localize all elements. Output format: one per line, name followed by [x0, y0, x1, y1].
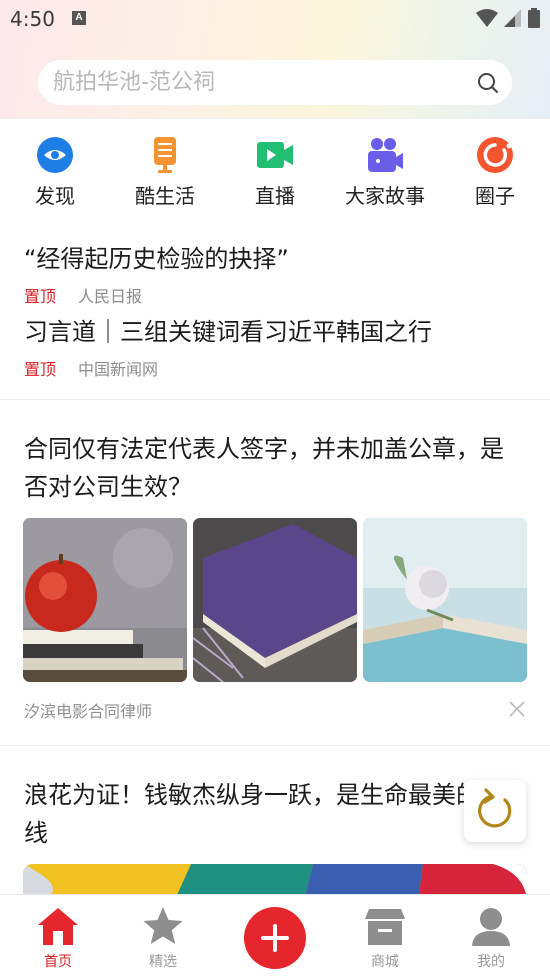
tab-store[interactable]: 商城	[335, 905, 435, 971]
tab-profile[interactable]: 我的	[441, 905, 541, 971]
article-title[interactable]: 浪花为证！钱敏杰纵身一跃，是生命最美的弧线	[24, 776, 524, 852]
article-source: 汐滨电影合同律师	[24, 702, 153, 721]
refresh-icon	[478, 788, 512, 828]
star-icon	[143, 907, 183, 944]
tab-label: 我的	[477, 954, 505, 970]
pinned-title[interactable]: “经得起历史检验的抉择”	[24, 239, 289, 274]
pinned-title[interactable]: 习言道｜三组关键词看习近平韩国之行	[24, 312, 432, 347]
category-cool-life[interactable]: 酷生活	[110, 136, 220, 209]
divider	[0, 745, 550, 746]
people-camera-icon	[368, 138, 403, 172]
category-nav: 发现 酷生活 直播 大家故事 圈子	[0, 118, 550, 218]
category-stories[interactable]: 大家故事	[330, 136, 440, 209]
wifi-icon	[476, 9, 498, 27]
rose-book-image[interactable]	[363, 518, 527, 682]
status-bar: 4:50 A	[0, 0, 550, 36]
pinned-meta: 置顶 人民日报	[24, 283, 289, 307]
tab-featured[interactable]: 精选	[113, 905, 213, 971]
signal-icon	[504, 9, 521, 27]
pinned-tag: 置顶	[24, 287, 57, 306]
circle-icon	[477, 137, 513, 173]
category-label: 发现	[35, 184, 75, 208]
category-label: 大家故事	[345, 184, 425, 208]
search-input[interactable]	[53, 60, 463, 105]
microphone-icon	[154, 137, 176, 173]
pinned-item[interactable]: 习言道｜三组关键词看习近平韩国之行 置顶 中国新闻网	[24, 312, 432, 380]
notification-badge-icon: A	[72, 11, 86, 25]
pinned-source: 人民日报	[78, 287, 143, 306]
bottom-tab-bar: 首页 精选 商城 我的	[0, 894, 550, 979]
status-time: 4:50	[10, 7, 55, 31]
home-icon	[38, 908, 78, 945]
apple-books-image[interactable]	[23, 518, 187, 682]
plus-icon	[261, 924, 289, 952]
pinned-source: 中国新闻网	[78, 360, 159, 379]
article-images[interactable]	[23, 518, 527, 682]
battery-icon	[528, 8, 540, 28]
status-icons	[476, 8, 540, 28]
category-label: 直播	[255, 184, 295, 208]
tab-label: 商城	[371, 954, 399, 970]
category-circles[interactable]: 圈子	[440, 136, 550, 209]
eye-icon	[37, 137, 73, 173]
search-icon[interactable]	[476, 71, 500, 95]
pinned-tag: 置顶	[24, 360, 57, 379]
user-icon	[472, 908, 510, 946]
purple-book-image[interactable]	[193, 518, 357, 682]
refresh-button[interactable]	[464, 780, 526, 842]
tab-label: 精选	[149, 954, 177, 970]
add-post-button[interactable]	[244, 907, 306, 969]
category-label: 酷生活	[135, 184, 195, 208]
tab-label: 首页	[44, 954, 72, 970]
store-icon	[365, 909, 405, 945]
tab-home[interactable]: 首页	[8, 905, 108, 971]
divider	[0, 399, 550, 400]
category-discover[interactable]: 发现	[0, 136, 110, 209]
pinned-item[interactable]: “经得起历史检验的抉择” 置顶 人民日报	[24, 239, 289, 307]
pinned-meta: 置顶 中国新闻网	[24, 356, 432, 380]
category-label: 圈子	[475, 184, 515, 208]
close-icon[interactable]	[508, 700, 526, 718]
video-camera-icon	[257, 142, 293, 168]
category-live[interactable]: 直播	[220, 136, 330, 209]
article-title[interactable]: 合同仅有法定代表人签字，并未加盖公章，是否对公司生效？	[24, 430, 524, 506]
search-bar[interactable]	[38, 60, 512, 105]
